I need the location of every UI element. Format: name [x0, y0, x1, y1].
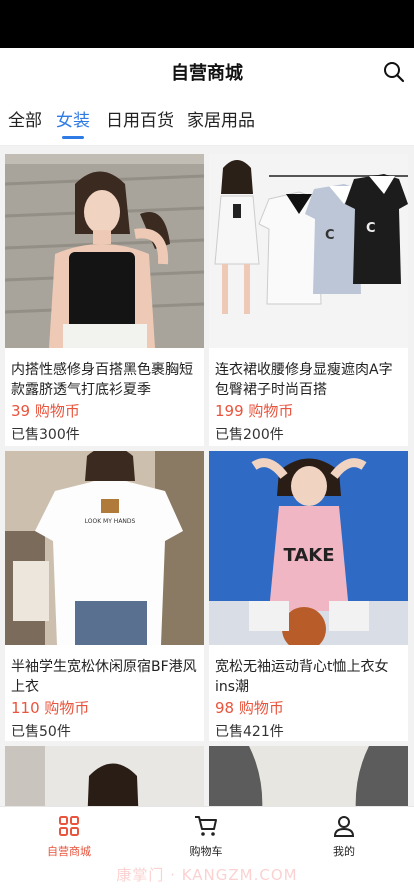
dress-letter: C	[325, 228, 335, 243]
product-card[interactable]: C C 连衣裙收腰修身显瘦遮肉A字包臀裙子时尚百搭 199 购物币 已售200件	[209, 154, 408, 446]
product-name: 内搭性感修身百搭黑色裹胸短款露脐透气打底衫夏季	[11, 362, 193, 398]
product-name: 宽松无袖运动背心t恤上衣女ins潮	[215, 659, 389, 695]
search-icon[interactable]	[382, 60, 406, 84]
nav-item-cart[interactable]: 购物车	[166, 815, 246, 859]
product-grid: 内搭性感修身百搭黑色裹胸短款露脐透气打底衫夏季 39 购物币 已售300件 C …	[0, 146, 414, 806]
nav-item-profile[interactable]: 我的	[304, 815, 384, 859]
product-card[interactable]: LOOK MY HANDS 半袖学生宽松休闲原宿BF港风上衣 110 购物币 已…	[5, 451, 204, 741]
tab-active-indicator	[62, 136, 84, 139]
status-bar	[0, 0, 414, 48]
product-card[interactable]: 内搭性感修身百搭黑色裹胸短款露脐透气打底衫夏季 39 购物币 已售300件	[5, 154, 204, 446]
tab-label: 女装	[56, 111, 90, 131]
tab-label: 全部	[8, 111, 42, 131]
product-price: 199 购物币	[215, 402, 294, 420]
grid-icon	[59, 816, 79, 836]
product-card[interactable]: TAKE 宽松无袖运动背心t恤上衣女ins潮 98 购物币 已售421件	[209, 451, 408, 741]
watermark-text: 康掌门 · KANGZM.COM	[116, 866, 298, 884]
product-card[interactable]	[209, 746, 408, 806]
tab-daily-goods[interactable]: 日用百货	[106, 106, 174, 142]
tab-all[interactable]: 全部	[8, 106, 42, 142]
page-title: 自营商城	[171, 63, 243, 84]
product-image	[209, 746, 408, 806]
nav-label: 购物车	[189, 845, 223, 858]
tank-print-text: TAKE	[283, 545, 334, 566]
product-sold-count: 已售200件	[215, 427, 284, 443]
category-tabs: 全部 女装 日用百货 家居用品	[0, 96, 414, 146]
dress-letter: C	[366, 221, 376, 236]
tab-home-goods[interactable]: 家居用品	[187, 106, 255, 142]
product-sold-count: 已售421件	[215, 724, 284, 740]
user-icon	[333, 816, 355, 837]
product-image	[5, 154, 204, 348]
tab-womens-clothing[interactable]: 女装	[56, 106, 90, 142]
product-image	[5, 746, 204, 806]
product-name: 半袖学生宽松休闲原宿BF港风上衣	[11, 659, 197, 695]
cart-icon	[195, 816, 217, 836]
product-price: 39 购物币	[11, 402, 80, 420]
nav-label: 自营商城	[47, 845, 91, 858]
product-sold-count: 已售300件	[11, 427, 80, 443]
product-image: LOOK MY HANDS	[5, 451, 204, 645]
tee-print-text: LOOK MY HANDS	[85, 518, 136, 525]
product-price: 110 购物币	[11, 699, 90, 717]
product-image: C C	[209, 154, 408, 348]
app-header: 自营商城	[0, 48, 414, 96]
tab-label: 家居用品	[187, 111, 255, 131]
product-image: TAKE	[209, 451, 408, 645]
product-sold-count: 已售50件	[11, 724, 71, 740]
nav-item-mall[interactable]: 自营商城	[29, 815, 109, 859]
product-name: 连衣裙收腰修身显瘦遮肉A字包臀裙子时尚百搭	[215, 362, 393, 398]
product-price: 98 购物币	[215, 699, 284, 717]
nav-label: 我的	[333, 845, 355, 858]
product-card[interactable]	[5, 746, 204, 806]
tab-label: 日用百货	[106, 111, 174, 131]
